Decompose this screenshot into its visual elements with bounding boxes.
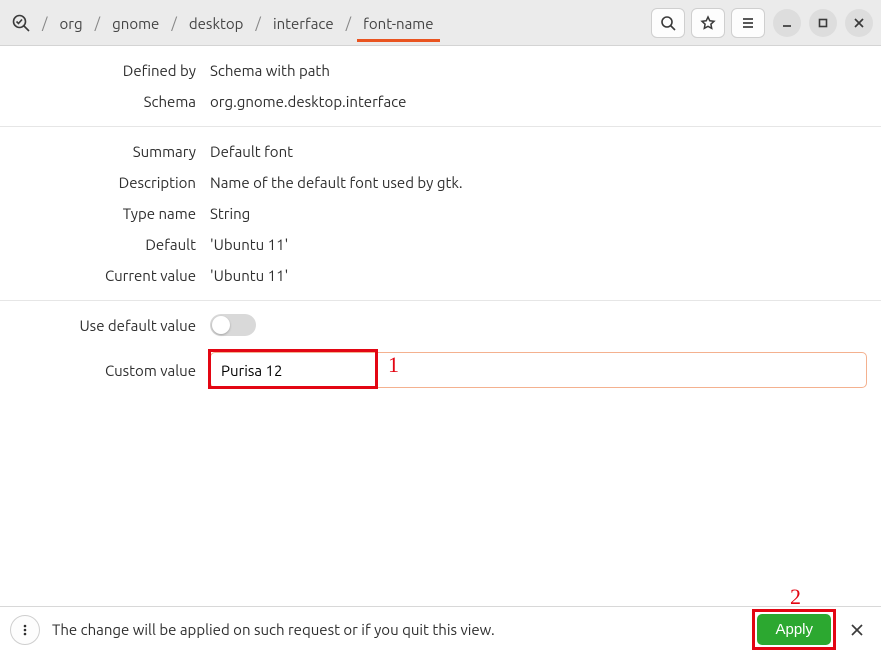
breadcrumb-separator: / [93, 14, 103, 31]
current-value-label: Current value [0, 267, 210, 284]
description-label: Description [0, 174, 210, 191]
description-value: Name of the default font used by gtk. [210, 174, 881, 191]
info-section: Summary Default font Description Name of… [0, 127, 881, 301]
current-value-value: 'Ubuntu 11' [210, 267, 881, 284]
dismiss-button[interactable] [843, 616, 871, 644]
default-label: Default [0, 236, 210, 253]
close-button[interactable] [845, 9, 873, 37]
custom-value-label: Custom value [0, 362, 210, 379]
typename-value: String [210, 205, 881, 222]
default-row: Default 'Ubuntu 11' [0, 229, 881, 260]
minimize-button[interactable] [773, 9, 801, 37]
bookmark-button[interactable] [691, 8, 725, 38]
schema-row: Schema org.gnome.desktop.interface [0, 86, 881, 117]
summary-label: Summary [0, 143, 210, 160]
custom-value-input-wrap: 1 [210, 352, 881, 388]
header-controls [651, 8, 873, 38]
schema-section: Defined by Schema with path Schema org.g… [0, 46, 881, 127]
custom-value-row: Custom value 1 [0, 343, 881, 394]
defined-by-value: Schema with path [210, 62, 881, 79]
defined-by-row: Defined by Schema with path [0, 55, 881, 86]
use-default-toggle[interactable] [210, 314, 256, 336]
breadcrumb-org[interactable]: org [54, 3, 89, 42]
maximize-button[interactable] [809, 9, 837, 37]
breadcrumb-gnome[interactable]: gnome [106, 3, 165, 42]
current-value-row: Current value 'Ubuntu 11' [0, 260, 881, 291]
content-area: Defined by Schema with path Schema org.g… [0, 46, 881, 606]
header-bar: / org / gnome / desktop / interface / fo… [0, 0, 881, 46]
custom-value-input[interactable] [210, 352, 867, 388]
typename-label: Type name [0, 205, 210, 222]
breadcrumb: / org / gnome / desktop / interface / fo… [40, 3, 645, 42]
search-button[interactable] [651, 8, 685, 38]
summary-value: Default font [210, 143, 881, 160]
breadcrumb-desktop[interactable]: desktop [183, 3, 250, 42]
apply-button[interactable]: Apply [757, 614, 831, 645]
description-row: Description Name of the default font use… [0, 167, 881, 198]
use-default-control [210, 314, 881, 336]
defined-by-label: Defined by [0, 62, 210, 79]
schema-value: org.gnome.desktop.interface [210, 93, 881, 110]
summary-row: Summary Default font [0, 136, 881, 167]
breadcrumb-font-name[interactable]: font-name [357, 3, 439, 42]
breadcrumb-separator: / [253, 14, 263, 31]
breadcrumb-separator: / [40, 14, 50, 31]
menu-button[interactable] [731, 8, 765, 38]
use-default-row: Use default value [0, 307, 881, 343]
bottom-bar: The change will be applied on such reque… [0, 606, 881, 652]
typename-row: Type name String [0, 198, 881, 229]
breadcrumb-interface[interactable]: interface [267, 3, 340, 42]
status-text: The change will be applied on such reque… [52, 621, 745, 638]
use-default-label: Use default value [0, 317, 210, 334]
edit-section: Use default value Custom value 1 [0, 301, 881, 400]
default-value: 'Ubuntu 11' [210, 236, 881, 253]
breadcrumb-separator: / [169, 14, 179, 31]
breadcrumb-separator: / [344, 14, 354, 31]
apply-wrap: Apply [757, 614, 831, 645]
schema-label: Schema [0, 93, 210, 110]
info-button[interactable] [10, 615, 40, 645]
app-icon[interactable] [8, 10, 34, 36]
